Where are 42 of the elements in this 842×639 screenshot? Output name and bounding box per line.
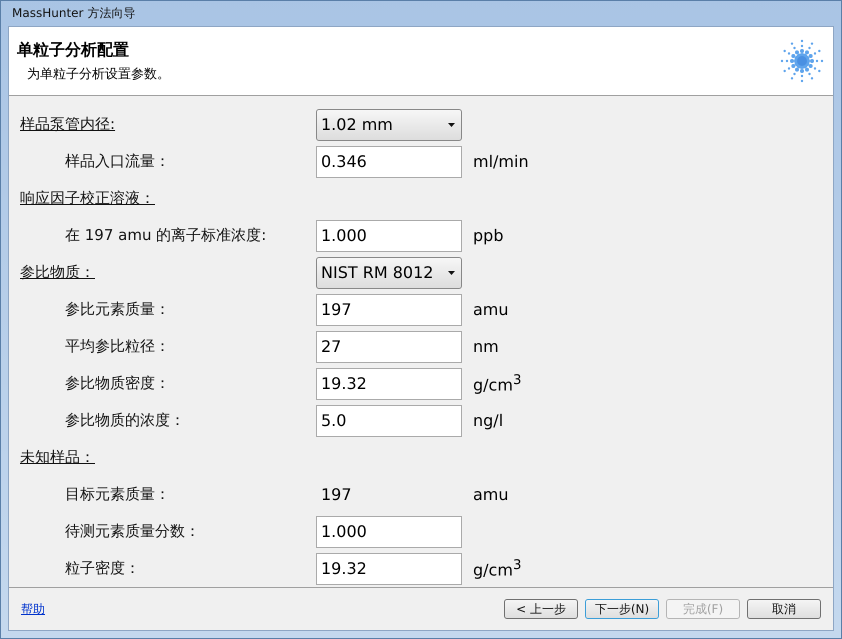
field-label: 待测元素质量分数： <box>65 522 201 541</box>
section-label: 响应因子校正溶液： <box>20 189 156 208</box>
section-label: 未知样品： <box>20 448 96 467</box>
value-text: 197 <box>320 485 353 504</box>
field-label: 在 197 amu 的离子标准浓度: <box>65 226 268 245</box>
unit-label: g/cm$^{3}$ <box>473 558 522 580</box>
section-label: 参比物质： <box>20 263 96 282</box>
unit-label: amu <box>473 485 509 504</box>
field-label: 平均参比粒径： <box>65 337 171 356</box>
field-label: 样品入口流量： <box>65 152 171 171</box>
wizard-button[interactable]: 取消 <box>747 599 821 619</box>
input-field[interactable]: 1.000 <box>316 220 462 252</box>
input-field[interactable]: 0.346 <box>316 146 462 178</box>
field-label: 参比物质密度： <box>65 374 171 393</box>
caret-icon <box>448 270 455 274</box>
section-label: 样品泵管内径: <box>20 115 116 134</box>
unit-label: amu <box>473 300 509 319</box>
input-field[interactable]: 27 <box>316 330 462 362</box>
field-label: 参比元素质量： <box>65 300 171 319</box>
dropdown[interactable]: NIST RM 8012 <box>316 256 462 288</box>
wizard-button[interactable]: 下一步(N) <box>585 599 659 619</box>
input-field[interactable]: 19.32 <box>316 552 462 584</box>
page-title: 单粒子分析配置 <box>17 40 130 60</box>
unit-label: g/cm$^{3}$ <box>473 372 522 394</box>
field-label: 粒子密度： <box>65 559 141 578</box>
input-field[interactable]: 197 <box>316 294 462 326</box>
field-label: 目标元素质量： <box>65 485 171 504</box>
dropdown[interactable]: 1.02 mm <box>316 108 462 140</box>
starburst-logo-icon <box>779 38 825 84</box>
help-link[interactable]: 帮助 <box>21 600 497 618</box>
window-title: MassHunter 方法向导 <box>12 5 136 22</box>
page-subtitle: 为单粒子分析设置参数。 <box>26 66 170 82</box>
input-field[interactable]: 19.32 <box>316 368 462 400</box>
unit-label: ng/l <box>473 411 504 430</box>
unit-label: nm <box>473 337 499 356</box>
unit-label: ppb <box>473 226 504 245</box>
input-field[interactable]: 1.000 <box>316 516 462 548</box>
caret-icon <box>448 122 455 126</box>
input-field[interactable]: 5.0 <box>316 404 462 436</box>
unit-label: ml/min <box>473 152 529 171</box>
field-label: 参比物质的浓度： <box>65 411 186 430</box>
wizard-button[interactable]: < 上一步 <box>504 599 578 619</box>
